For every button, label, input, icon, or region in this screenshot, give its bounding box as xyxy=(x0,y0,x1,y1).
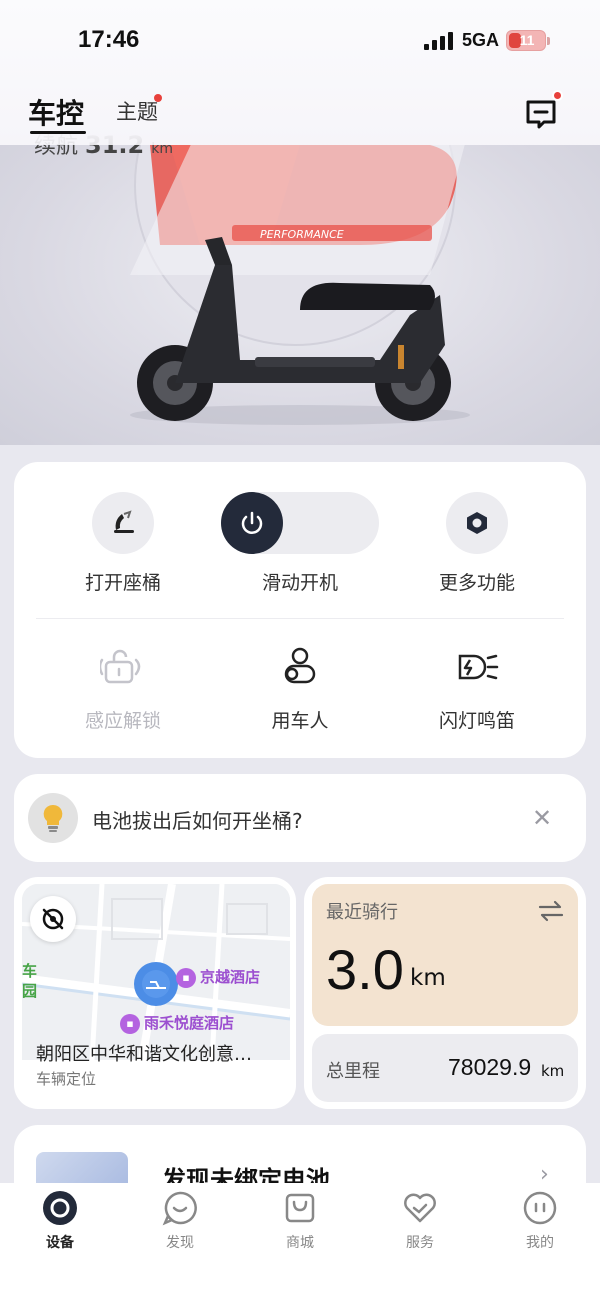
recent-ride-value: 3.0 xyxy=(326,938,404,1001)
tab-theme[interactable]: 主题 xyxy=(116,96,158,126)
nav-profile[interactable]: 我的 xyxy=(500,1190,580,1252)
profile-face-icon xyxy=(522,1190,558,1226)
map-poi-2: ▪ 雨禾悦庭酒店 xyxy=(120,1012,234,1034)
nav-discover[interactable]: 发现 xyxy=(140,1190,220,1252)
power-slider-knob[interactable] xyxy=(221,492,283,554)
close-icon[interactable]: ✕ xyxy=(532,804,552,832)
riders-button[interactable] xyxy=(278,646,322,688)
seat-open-icon xyxy=(114,510,134,533)
nav-service-label: 服务 xyxy=(406,1235,434,1251)
location-off-button[interactable] xyxy=(30,896,76,942)
nav-shop-label: 商城 xyxy=(286,1235,314,1251)
total-mileage-value: 78029.9 xyxy=(448,1054,532,1080)
nav-profile-label: 我的 xyxy=(526,1235,554,1251)
sense-unlock-icon xyxy=(98,649,141,684)
discover-icon xyxy=(162,1190,198,1226)
total-mileage-label: 总里程 xyxy=(326,1061,380,1082)
map-green-label-2: 园 xyxy=(22,982,38,1000)
open-seat-button[interactable] xyxy=(92,492,154,554)
vehicle-location-subtitle: 车辆定位 xyxy=(36,1070,97,1088)
signal-icon xyxy=(424,30,456,50)
tip-text: 电池拔出后如何开坐桶? xyxy=(92,809,303,833)
device-icon xyxy=(42,1190,78,1226)
power-icon xyxy=(241,511,263,534)
status-time: 17:46 xyxy=(78,26,140,53)
scooter-illustration: PERFORMANCE xyxy=(130,145,470,425)
sense-unlock-label: 感应解锁 xyxy=(84,710,161,732)
message-button[interactable] xyxy=(524,98,558,130)
open-seat-label: 打开座桶 xyxy=(84,572,161,594)
tab-active-underline xyxy=(30,131,86,134)
shop-bag-icon xyxy=(282,1190,318,1226)
hotel-icon: ▪ xyxy=(120,1013,140,1034)
theme-notification-dot xyxy=(154,94,162,102)
users-icon xyxy=(284,647,316,684)
map-poi-2-label: 雨禾悦庭酒店 xyxy=(144,1014,235,1032)
hotel-icon: ▪ xyxy=(176,967,196,988)
tab-vehicle-control[interactable]: 车控 xyxy=(28,92,84,132)
total-mileage-unit: km xyxy=(541,1062,565,1080)
map-green-label-1: 车 xyxy=(22,962,38,980)
nav-shop[interactable]: 商城 xyxy=(260,1190,340,1252)
network-type: 5GA xyxy=(462,30,500,50)
recent-ride-title: 最近骑行 xyxy=(326,902,398,923)
vehicle-hero-image[interactable]: PERFORMANCE xyxy=(0,145,600,445)
nav-service[interactable]: 服务 xyxy=(380,1190,460,1252)
message-notification-dot xyxy=(552,90,563,101)
location-off-icon xyxy=(42,908,64,930)
performance-badge: PERFORMANCE xyxy=(260,228,344,241)
map-poi-1-label: 京越酒店 xyxy=(200,968,261,986)
sense-unlock-button[interactable] xyxy=(98,646,148,688)
heart-service-icon xyxy=(402,1190,438,1226)
battery-icon: 11 xyxy=(506,30,546,51)
flash-honk-label: 闪灯鸣笛 xyxy=(438,710,515,732)
battery-level: 11 xyxy=(519,32,535,48)
more-functions-label: 更多功能 xyxy=(438,572,515,594)
battery-nub xyxy=(547,37,550,45)
slide-start-label: 滑动开机 xyxy=(261,572,338,594)
nav-discover-label: 发现 xyxy=(166,1235,194,1251)
riders-label: 用车人 xyxy=(271,710,329,732)
flash-honk-button[interactable] xyxy=(452,646,504,688)
map-poi-1: ▪ 京越酒店 xyxy=(176,966,260,988)
message-icon xyxy=(526,100,556,129)
swap-icon[interactable] xyxy=(538,900,564,922)
nav-device-label: 设备 xyxy=(46,1235,74,1251)
nav-device[interactable]: 设备 xyxy=(20,1190,100,1252)
hex-nut-icon xyxy=(467,512,487,534)
recent-ride-unit: km xyxy=(410,965,446,991)
control-divider xyxy=(36,618,564,619)
vehicle-address: 朝阳区中华和谐文化创意… xyxy=(36,1044,252,1065)
more-functions-button[interactable] xyxy=(446,492,508,554)
flash-light-icon xyxy=(458,654,499,680)
bulb-icon xyxy=(28,793,78,843)
